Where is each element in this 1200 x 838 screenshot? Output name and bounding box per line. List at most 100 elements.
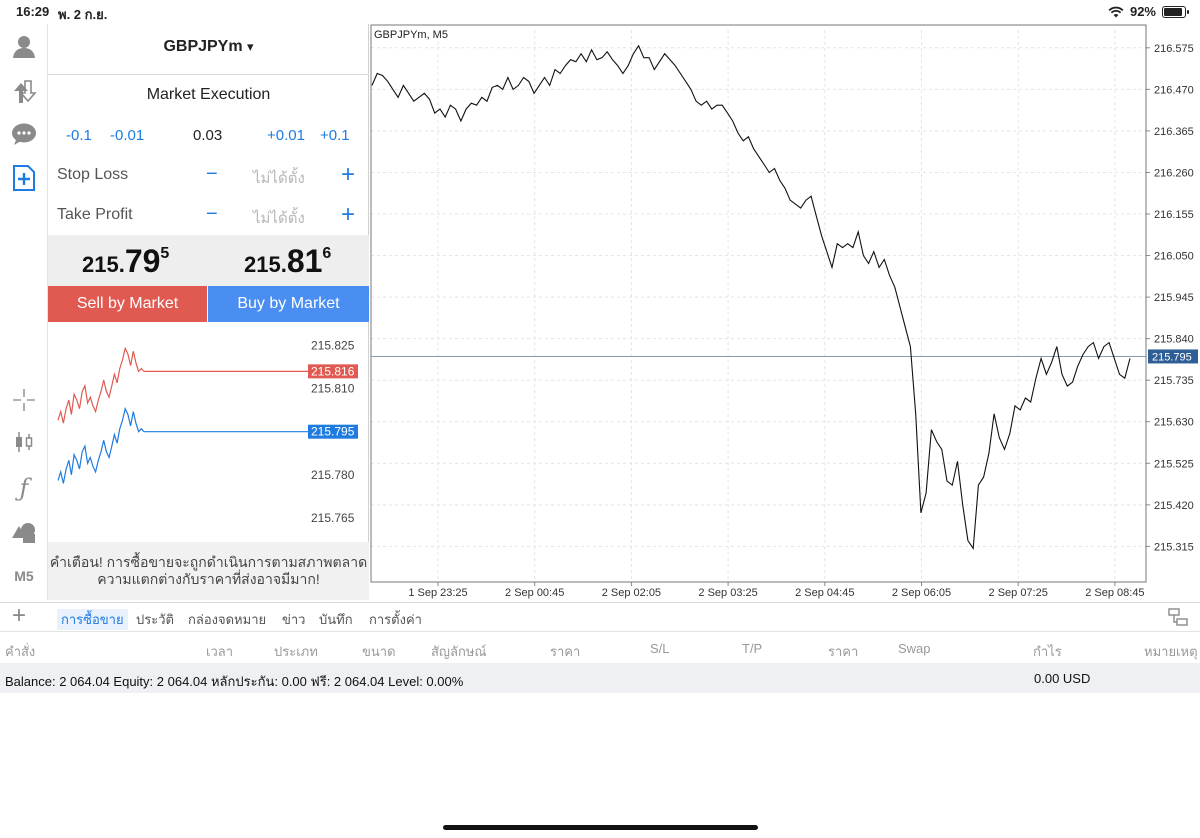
take-profit-label: Take Profit — [57, 206, 133, 223]
chat-icon[interactable] — [8, 118, 40, 150]
volume-row: -0.1 -0.01 0.03 +0.01 +0.1 — [48, 127, 369, 147]
col-tp: T/P — [742, 641, 763, 656]
tick-chart: 215.825 215.810 215.780 215.765 215.816 215.7… — [57, 338, 358, 525]
ask-line — [57, 346, 145, 424]
sell-price: 215.795 — [82, 243, 169, 280]
mini-y-tick-label: 215.825 — [311, 338, 355, 352]
volume-minus-big-button[interactable]: -0.1 — [66, 127, 92, 144]
y-tick-label: 215.420 — [1154, 500, 1194, 512]
stop-loss-value[interactable]: ไม่ได้ตั้ง — [253, 166, 305, 190]
symbol-name: GBPJPYm — [163, 38, 243, 55]
take-profit-value[interactable]: ไม่ได้ตั้ง — [253, 206, 305, 230]
x-tick-label: 1 Sep 23:25 — [408, 587, 467, 599]
indicator-icon[interactable]: ƒ — [8, 472, 40, 504]
execution-warning: คำเตือน! การซื้อขายจะถูกดำเนินการตามสภาพ… — [48, 542, 369, 600]
volume-plus-big-button[interactable]: +0.1 — [320, 127, 350, 144]
timeframe-button[interactable]: M5 — [8, 560, 40, 592]
status-bar: 16:29 พ. 2 ก.ย. 92% — [0, 0, 1200, 24]
current-price-label: 215.795 — [1152, 351, 1192, 363]
take-profit-minus-button[interactable]: − — [206, 203, 218, 226]
y-tick-label: 215.840 — [1154, 334, 1194, 346]
buy-by-market-button[interactable]: Buy by Market — [208, 286, 369, 322]
new-order-icon[interactable] — [8, 162, 40, 194]
add-icon[interactable]: + — [12, 604, 26, 628]
tab-settings[interactable]: การตั้งค่า — [369, 609, 422, 630]
price-chart[interactable]: 216.575 216.470 216.365 216.260 216.155 216.0… — [370, 24, 1200, 602]
status-right: 92% — [1108, 4, 1189, 19]
buy-price-head: 215. — [244, 252, 287, 277]
buy-price-tail: 6 — [322, 245, 332, 262]
x-tick-label: 2 Sep 08:45 — [1085, 587, 1144, 599]
volume-minus-small-button[interactable]: -0.01 — [110, 127, 144, 144]
sell-price-head: 215. — [82, 252, 125, 277]
volume-value[interactable]: 0.03 — [193, 127, 222, 144]
candlestick-icon[interactable] — [8, 426, 40, 458]
col-order: คำสั่ง — [5, 644, 36, 659]
col-price: ราคา — [550, 644, 581, 659]
status-time: 16:29 — [16, 4, 50, 19]
sell-by-market-button[interactable]: Sell by Market — [48, 286, 207, 322]
take-profit-plus-button[interactable]: + — [341, 201, 355, 229]
x-tick-label: 2 Sep 06:05 — [892, 587, 951, 599]
col-swap: Swap — [898, 641, 931, 656]
chart-title: GBPJPYm, M5 — [374, 29, 448, 41]
sell-price-tail: 5 — [160, 245, 170, 262]
col-type: ประเภท — [274, 644, 318, 659]
execution-type[interactable]: Market Execution — [48, 86, 369, 104]
deposit-withdraw-icon[interactable] — [8, 76, 40, 108]
tab-mailbox[interactable]: กล่องจดหมาย — [188, 609, 266, 630]
y-tick-label: 216.155 — [1154, 209, 1194, 221]
y-tick-label: 216.050 — [1154, 251, 1194, 263]
price-quotes: 215.795 215.816 — [48, 235, 369, 286]
stop-loss-label: Stop Loss — [57, 166, 129, 183]
buy-price-big: 81 — [286, 243, 323, 279]
x-tick-label: 2 Sep 04:45 — [795, 587, 854, 599]
y-tick-label: 215.315 — [1154, 541, 1194, 553]
bid-price-label: 215.795 — [311, 425, 355, 439]
x-tick-label: 2 Sep 07:25 — [989, 587, 1048, 599]
tab-history[interactable]: ประวัติ — [136, 609, 174, 630]
tab-trade[interactable]: การซื้อขาย — [57, 609, 128, 630]
chevron-down-icon: ▾ — [247, 39, 254, 54]
x-tick-label: 2 Sep 00:45 — [505, 587, 564, 599]
chart-frame — [370, 24, 1147, 583]
sell-price-big: 79 — [124, 243, 161, 279]
account-summary-row: Balance: 2 064.04 Equity: 2 064.04 หลักป… — [0, 663, 1200, 693]
timeframe-label: M5 — [14, 568, 34, 584]
account-summary: Balance: 2 064.04 Equity: 2 064.04 หลักป… — [5, 674, 464, 689]
total-profit: 0.00 USD — [1034, 671, 1091, 686]
y-tick-label: 216.470 — [1154, 84, 1194, 96]
y-tick-label: 215.525 — [1154, 458, 1194, 470]
bid-line — [57, 406, 145, 484]
col-current-price: ราคา — [828, 644, 859, 659]
col-time: เวลา — [206, 644, 234, 659]
status-date: พ. 2 ก.ย. — [58, 7, 108, 22]
tab-journal[interactable]: บันทึก — [319, 609, 353, 630]
symbol-selector[interactable]: GBPJPYm ▾ — [48, 38, 369, 56]
x-tick-label: 2 Sep 03:25 — [698, 587, 757, 599]
crosshair-icon[interactable] — [8, 384, 40, 416]
x-tick-label: 2 Sep 02:05 — [602, 587, 661, 599]
warning-line-2: ความแตกต่างกับราคาที่ส่งอาจมีมาก! — [97, 571, 320, 587]
home-indicator — [443, 825, 758, 830]
order-panel: GBPJPYm ▾ Market Execution -0.1 -0.01 0.… — [48, 24, 369, 600]
col-sl: S/L — [650, 641, 670, 656]
y-tick-label: 216.575 — [1154, 43, 1194, 55]
bottom-tab-bar: + การซื้อขาย ประวัติ กล่องจดหมาย ข่าว บั… — [0, 602, 1200, 632]
y-tick-label: 215.945 — [1154, 292, 1194, 304]
mini-y-tick-label: 215.810 — [311, 382, 355, 396]
stop-loss-row: Stop Loss − ไม่ได้ตั้ง + — [48, 161, 369, 189]
volume-plus-small-button[interactable]: +0.01 — [267, 127, 305, 144]
warning-line-1: คำเตือน! การซื้อขายจะถูกดำเนินการตามสภาพ… — [49, 554, 368, 570]
tab-news[interactable]: ข่าว — [282, 609, 306, 630]
user-icon[interactable] — [8, 30, 40, 62]
orders-table-header: คำสั่ง เวลา ประเภท ขนาด สัญลักษณ์ ราคา S… — [0, 633, 1200, 663]
mini-y-tick-label: 215.765 — [311, 511, 355, 525]
stop-loss-plus-button[interactable]: + — [341, 161, 355, 189]
y-tick-label: 216.260 — [1154, 167, 1194, 179]
col-comment: หมายเหตุ — [1144, 644, 1198, 659]
stop-loss-minus-button[interactable]: − — [206, 163, 218, 186]
objects-icon[interactable] — [8, 516, 40, 548]
layout-toggle-icon[interactable] — [1168, 608, 1188, 626]
col-symbol: สัญลักษณ์ — [431, 644, 487, 659]
